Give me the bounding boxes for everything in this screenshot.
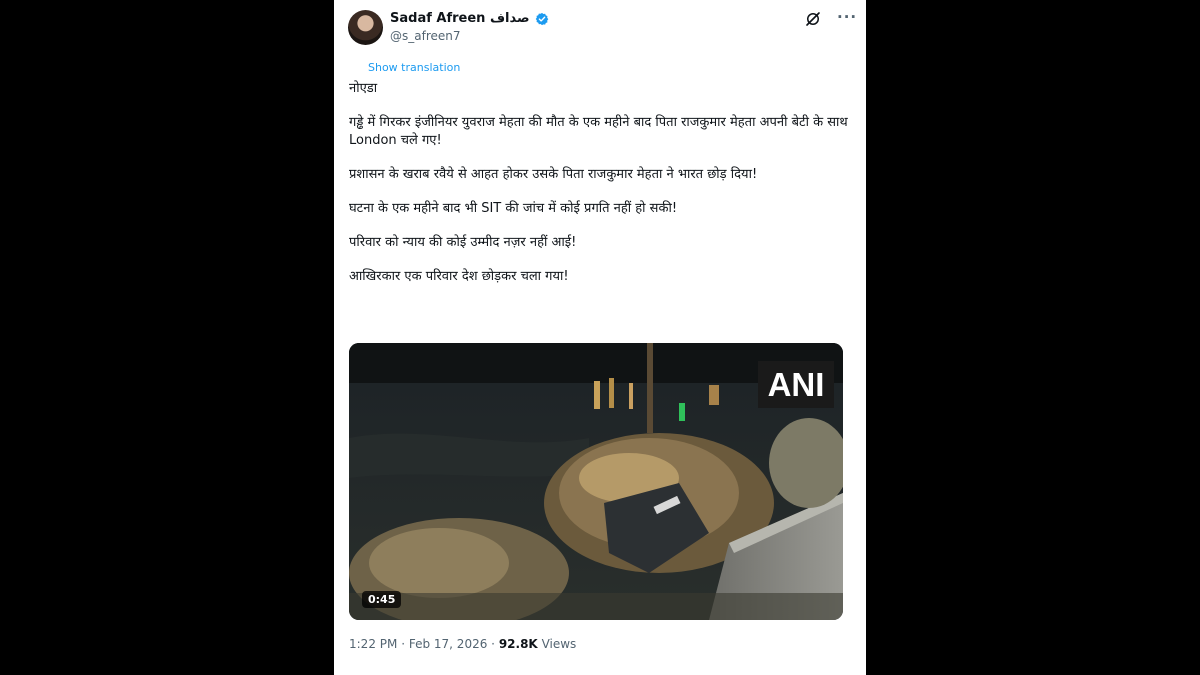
tweet-paragraph-3: घटना के एक महीने बाद भी SIT की जांच में …: [349, 201, 678, 216]
video-duration: 0:45: [362, 591, 402, 608]
meta-separator: ·: [401, 637, 406, 651]
views-label: Views: [541, 637, 577, 651]
tweet-paragraph-5: आखिरकार एक परिवार देश छोड़कर चला गया!: [349, 269, 569, 284]
tweet-card: Sadaf Afreen صداف @s_afreen7 ··· Show tr…: [334, 0, 866, 675]
tweet-paragraph-1: गड्ढे में गिरकर इंजीनियर युवराज मेहता की…: [349, 115, 848, 148]
tweet-paragraph-2: प्रशासन के खराब रवैये से आहत होकर उसके प…: [349, 167, 758, 182]
author-handle[interactable]: @s_afreen7: [390, 29, 461, 43]
tweet-line-location: नोएडा: [349, 81, 378, 96]
author-name[interactable]: Sadaf Afreen صداف: [390, 11, 530, 26]
ani-watermark: ANI: [758, 361, 834, 408]
more-icon[interactable]: ···: [837, 8, 857, 26]
tweet-text: नोएडा गड्ढे में गिरकर इंजीनियर युवराज मे…: [349, 80, 859, 302]
tweet-paragraph-4: परिवार को न्याय की कोई उम्मीद नज़र नहीं …: [349, 235, 577, 250]
verified-badge-icon: [535, 12, 548, 25]
tweet-meta: 1:22 PM · Feb 17, 2026 · 92.8K Views: [349, 637, 576, 651]
avatar[interactable]: [348, 10, 383, 45]
meta-separator: ·: [491, 637, 495, 651]
show-translation-link[interactable]: Show translation: [368, 61, 460, 74]
tweet-time[interactable]: 1:22 PM: [349, 637, 397, 651]
views-count: 92.8K: [498, 637, 538, 651]
tweet-date[interactable]: Feb 17, 2026: [409, 637, 488, 651]
grok-icon[interactable]: [804, 10, 822, 28]
video-player[interactable]: ANI 0:45: [349, 343, 843, 620]
author-name-row[interactable]: Sadaf Afreen صداف: [390, 11, 549, 26]
